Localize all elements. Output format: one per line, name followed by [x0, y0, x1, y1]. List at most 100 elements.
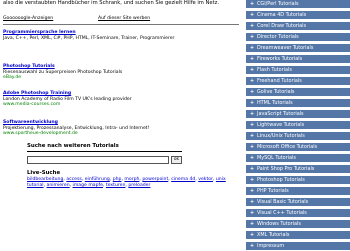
ad-item: Programmiersprache lernen Java, C++, Per… [3, 30, 239, 41]
sidebar-item-label: Visual Basic Tutorials [257, 199, 309, 205]
plus-icon: + [250, 1, 255, 7]
plus-icon: + [250, 133, 255, 139]
sidebar-item-label: Cinema 4D Tutorials [257, 12, 307, 18]
plus-icon: + [250, 89, 255, 95]
live-link[interactable]: image mapfe [73, 183, 103, 188]
plus-icon: + [250, 155, 255, 161]
sidebar-item-label: Windows Tutorials [257, 221, 301, 227]
sidebar-item[interactable]: + CGI/Perl Tutorials [246, 0, 350, 9]
sidebar-item[interactable]: + Windows Tutorials [246, 220, 350, 229]
sidebar-item[interactable]: + Linux/Unix Tutorials [246, 132, 350, 141]
ad-url: www.sportheue-development.de [3, 131, 78, 137]
sidebar-item[interactable]: + Flash Tutorials [246, 66, 350, 75]
sidebar-item[interactable]: + Corel Draw Tutorials [246, 22, 350, 31]
live-link[interactable]: bildbearbeitung [27, 177, 63, 182]
live-link[interactable]: php [113, 177, 122, 182]
sidebar-item[interactable]: + Fireworks Tutorials [246, 55, 350, 64]
sidebar-item-label: XML Tutorials [257, 232, 290, 238]
sidebar-item-label: HTML Tutorials [257, 100, 293, 106]
plus-icon: + [250, 45, 255, 51]
sidebar-item[interactable]: + Lightwave Tutorials [246, 121, 350, 130]
sidebar-item[interactable]: + Dreamweaver Tutorials [246, 44, 350, 53]
live-link[interactable]: einführung [85, 177, 110, 182]
plus-icon: + [250, 221, 255, 227]
plus-icon: + [250, 12, 255, 18]
live-link[interactable]: vektor [198, 177, 213, 182]
main-content: also die verstaubten Handbücher im Schra… [0, 0, 242, 250]
sidebar-item-label: Microsoft Office Tutorials [257, 144, 318, 150]
plus-icon: + [250, 122, 255, 128]
plus-icon: + [250, 23, 255, 29]
google-ads-link[interactable]: Goooooogle-Anzeigen [3, 16, 53, 21]
live-link[interactable]: cinema 4d [171, 177, 195, 182]
live-link[interactable]: access [66, 177, 81, 182]
sidebar-item-label: Dreamweaver Tutorials [257, 45, 314, 51]
live-link[interactable]: preloader [128, 183, 150, 188]
sidebar-item-label: MySQL Tutorials [257, 155, 296, 161]
sidebar-item[interactable]: + Microsoft Office Tutorials [246, 143, 350, 152]
ad-description: Java, C++, Perl, XML, C#, PHP, HTML, IT-… [3, 35, 175, 41]
search-heading: Suche nach weiteren Tutorials [27, 143, 119, 149]
plus-icon: + [250, 177, 255, 183]
sidebar-item-label: Impressum [257, 243, 285, 249]
intro-text: also die verstaubten Handbücher im Schra… [3, 0, 219, 6]
sidebar-nav: + CGI/Perl Tutorials + Cinema 4D Tutorials… [242, 0, 350, 251]
search-submit-button[interactable]: ok [171, 156, 182, 164]
sidebar-item-label: Flash Tutorials [257, 67, 292, 73]
google-ads-box: Goooooogle-Anzeigen Auf dieser Site werb… [3, 14, 239, 140]
plus-icon: + [250, 166, 255, 172]
sidebar-item[interactable]: + Freehand Tutorials [246, 77, 350, 86]
sidebar-item-label: Visual C++ Tutorials [257, 210, 307, 216]
sidebar-item[interactable]: + Cinema 4D Tutorials [246, 11, 350, 20]
ad-item: Photoshop Tutorials Riesenauswahl zu Sup… [3, 64, 239, 81]
sidebar-item-label: Golive Tutorials [257, 89, 295, 95]
sidebar-item-label: PHP Tutorials [257, 188, 289, 194]
plus-icon: + [250, 100, 255, 106]
sidebar-item-label: Corel Draw Tutorials [257, 23, 307, 29]
sidebar-item-label: CGI/Perl Tutorials [257, 1, 299, 7]
sidebar-item-label: Fireworks Tutorials [257, 56, 303, 62]
live-search-heading: Live-Suche [27, 170, 61, 176]
sidebar-item[interactable]: + JavaScript Tutorials [246, 110, 350, 119]
live-link[interactable]: powerpoint [142, 177, 168, 182]
sidebar-item[interactable]: + Paint Shop Pro Tutorials [246, 165, 350, 174]
plus-icon: + [250, 78, 255, 84]
divider [27, 151, 182, 152]
sidebar-item[interactable]: + Director Tutorials [246, 33, 350, 42]
live-link[interactable]: texturen [106, 183, 126, 188]
sidebar-item-label: Paint Shop Pro Tutorials [257, 166, 315, 172]
plus-icon: + [250, 199, 255, 205]
sidebar-item[interactable]: + Visual C++ Tutorials [246, 209, 350, 218]
plus-icon: + [250, 144, 255, 150]
plus-icon: + [250, 232, 255, 238]
plus-icon: + [250, 111, 255, 117]
live-link[interactable]: animieren [47, 183, 70, 188]
sidebar-item-label: Linux/Unix Tutorials [257, 133, 305, 139]
sidebar-item-label: Freehand Tutorials [257, 78, 302, 84]
sidebar-item[interactable]: + MySQL Tutorials [246, 154, 350, 163]
ad-item: Softwareentwicklung Projektierung, Proze… [3, 120, 239, 137]
ad-url: eBay.de [3, 75, 22, 81]
sidebar-item[interactable]: + Photoshop Tutorials [246, 176, 350, 185]
ads-header: Goooooogle-Anzeigen Auf dieser Site werb… [3, 16, 239, 25]
sidebar-item-label: Director Tutorials [257, 34, 299, 40]
live-search-links: bildbearbeitung, access, einführung, php… [27, 177, 226, 188]
live-link[interactable]: morph [124, 177, 139, 182]
advertise-link[interactable]: Auf dieser Site werben [98, 16, 150, 21]
ad-item: Adobe Photoshop Training London Academy … [3, 91, 239, 108]
plus-icon: + [250, 188, 255, 194]
sidebar-item-label: Photoshop Tutorials [257, 177, 305, 183]
search-input[interactable] [27, 156, 169, 164]
ad-url: www.media-courses.com [3, 102, 61, 108]
plus-icon: + [250, 67, 255, 73]
sidebar-item-label: JavaScript Tutorials [257, 111, 304, 117]
plus-icon: + [250, 210, 255, 216]
sidebar-item[interactable]: + PHP Tutorials [246, 187, 350, 196]
sidebar-item[interactable]: + Golive Tutorials [246, 88, 350, 97]
sidebar-item[interactable]: + HTML Tutorials [246, 99, 350, 108]
sidebar-item-label: Lightwave Tutorials [257, 122, 305, 128]
plus-icon: + [250, 34, 255, 40]
plus-icon: + [250, 56, 255, 62]
sidebar-item[interactable]: + Visual Basic Tutorials [246, 198, 350, 207]
sidebar-item[interactable]: + XML Tutorials [246, 231, 350, 240]
